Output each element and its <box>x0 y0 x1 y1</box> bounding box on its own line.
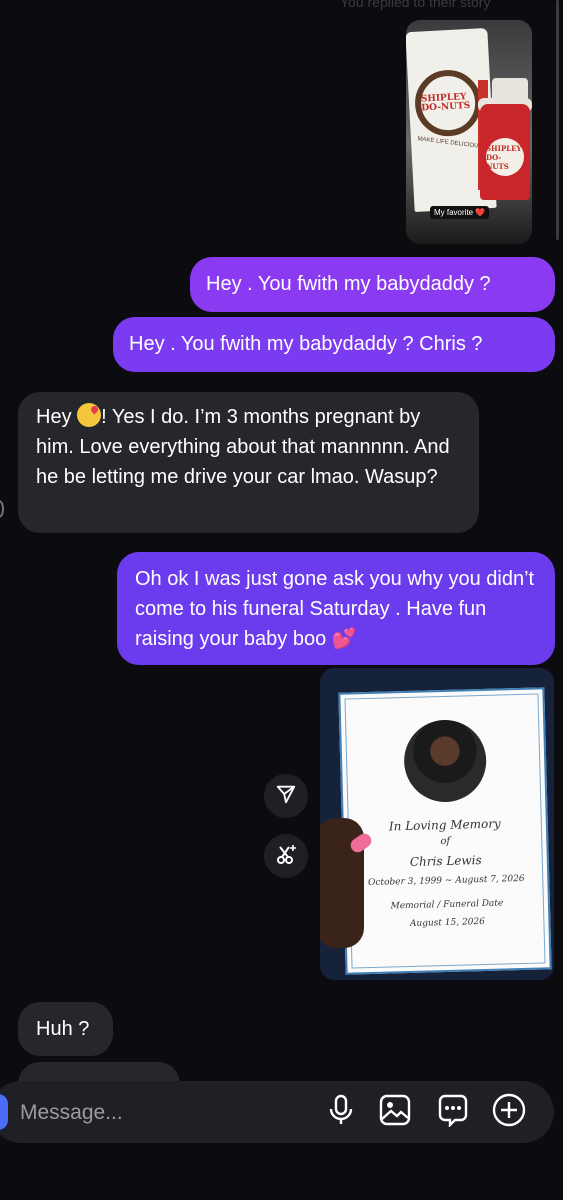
received-message[interactable]: Huh ? <box>18 1002 113 1056</box>
memorial-photo[interactable]: In Loving Memory of Chris Lewis October … <box>320 668 554 980</box>
sent-message[interactable]: Oh ok I was just gone ask you why you di… <box>117 552 555 665</box>
send-icon <box>275 783 297 810</box>
kiss-emoji-icon <box>77 403 102 427</box>
story-caption: My favorite ❤️ <box>430 206 490 219</box>
bag-tagline: MAKE LIFE DELICIOUS <box>417 136 483 151</box>
more-options-button[interactable] <box>490 1093 528 1131</box>
scrollbar[interactable] <box>556 0 559 240</box>
gallery-button[interactable] <box>376 1093 414 1131</box>
story-reply-thumbnail[interactable]: SHIPLEY DO-NUTS MAKE LIFE DELICIOUS SHIP… <box>406 20 532 244</box>
sticker-button[interactable] <box>434 1093 472 1131</box>
plus-icon <box>492 1093 526 1132</box>
camera-button[interactable] <box>0 1094 8 1130</box>
sticker-icon <box>436 1093 470 1132</box>
bag-logo: SHIPLEY DO-NUTS <box>413 68 483 138</box>
ai-sparkle-icon <box>274 842 298 871</box>
ai-edit-button[interactable] <box>264 834 308 878</box>
sent-message[interactable]: Hey . You fwith my babydaddy ? <box>190 257 555 312</box>
received-text-start: Hey <box>36 406 78 428</box>
memorial-card: In Loving Memory of Chris Lewis October … <box>338 687 552 975</box>
two-hearts-emoji-icon: 💕 <box>331 628 357 650</box>
story-reply-label: You replied to their story <box>340 0 491 10</box>
microphone-icon <box>328 1094 354 1131</box>
sent-message[interactable]: Hey . You fwith my babydaddy ? Chris ? <box>113 317 555 372</box>
message-input[interactable] <box>18 1081 312 1145</box>
gallery-icon <box>379 1094 411 1131</box>
cup-logo: SHIPLEY DO-NUTS <box>486 138 524 176</box>
received-message[interactable]: Hey ! Yes I do. I’m 3 months pregnant by… <box>18 392 479 533</box>
share-button[interactable] <box>264 774 308 818</box>
reaction-indicator <box>0 500 4 518</box>
voice-button[interactable] <box>322 1093 360 1131</box>
